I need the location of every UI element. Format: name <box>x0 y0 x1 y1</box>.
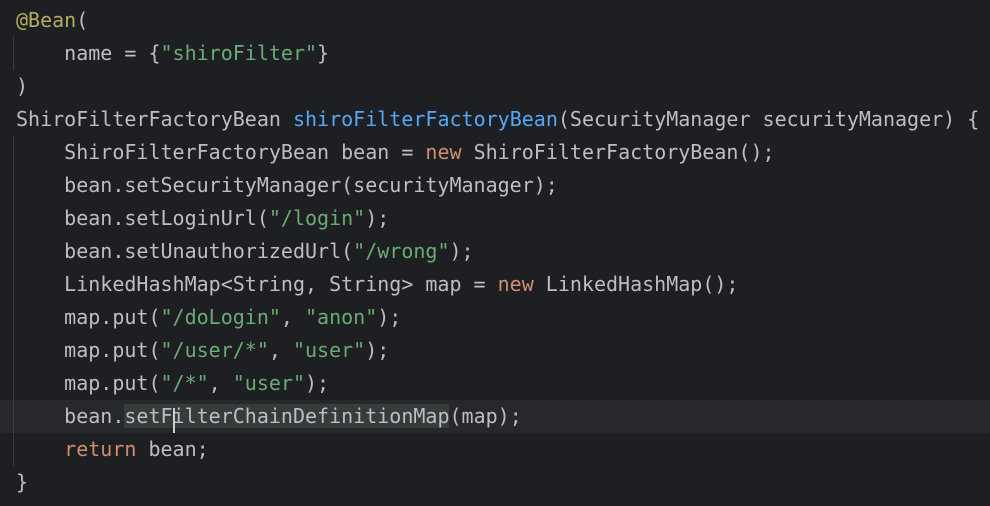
code-line-text: @Bean( <box>16 4 88 37</box>
code-line[interactable]: LinkedHashMap<String, String> map = new … <box>0 268 990 301</box>
token-plain: ShiroFilterFactoryBean(); <box>461 140 775 164</box>
code-line-text: } <box>16 466 28 499</box>
token-plain: , <box>268 338 293 362</box>
token-plain: } <box>317 41 330 65</box>
token-string: "/login" <box>268 206 366 230</box>
code-line-text: return bean; <box>16 433 209 466</box>
token-plain: ); <box>449 239 474 263</box>
indent-guide <box>13 136 14 466</box>
code-line-text: ShiroFilterFactoryBean bean = new ShiroF… <box>16 136 775 169</box>
token-string: "anon" <box>305 305 378 329</box>
code-line-text: ShiroFilterFactoryBean shiroFilterFactor… <box>16 103 979 136</box>
code-line[interactable]: bean.setSecurityManager(securityManager)… <box>0 169 990 202</box>
code-line[interactable]: ) <box>0 70 990 103</box>
token-plain: ); <box>365 338 390 362</box>
code-line[interactable]: name = {"shiroFilter"} <box>0 37 990 70</box>
token-plain: ( <box>76 8 89 32</box>
token-string: "/wrong" <box>353 239 450 263</box>
selected-text: setFilterChainDefinitionMap <box>124 404 450 433</box>
code-line[interactable]: ShiroFilterFactoryBean shiroFilterFactor… <box>0 103 990 136</box>
code-line-text: LinkedHashMap<String, String> map = new … <box>16 268 738 301</box>
code-line-text: bean.setFilterChainDefinitionMap (map); <box>16 400 522 433</box>
token-plain: (map); <box>449 404 522 428</box>
code-line-text: map.put("/doLogin", "anon"); <box>16 301 401 334</box>
token-string: "user" <box>232 371 306 395</box>
code-line[interactable]: map.put("/doLogin", "anon"); <box>0 301 990 334</box>
code-line-text: ) <box>16 70 28 103</box>
token-string: "/*" <box>160 371 209 395</box>
token-plain: ShiroFilterFactoryBean <box>16 107 293 131</box>
token-string: "/user/*" <box>160 338 269 362</box>
code-line[interactable]: bean.setUnauthorizedUrl("/wrong"); <box>0 235 990 268</box>
token-annotation: @Bean <box>16 8 77 32</box>
code-line[interactable]: bean.setLoginUrl("/login"); <box>0 202 990 235</box>
code-line[interactable]: return bean; <box>0 433 990 466</box>
text-caret <box>172 408 175 433</box>
code-line[interactable]: } <box>0 466 990 499</box>
code-line-text: bean.setLoginUrl("/login"); <box>16 202 389 235</box>
token-string: "/doLogin" <box>160 305 281 329</box>
code-line[interactable]: map.put("/user/*", "user"); <box>0 334 990 367</box>
code-line-text: name = {"shiroFilter"} <box>16 37 329 70</box>
token-plain: ); <box>305 371 330 395</box>
code-line[interactable]: map.put("/*", "user"); <box>0 367 990 400</box>
code-line-text: map.put("/user/*", "user"); <box>16 334 389 367</box>
indent-guide <box>13 37 14 70</box>
token-plain: LinkedHashMap<String, String> map = <box>16 272 498 296</box>
token-plain: LinkedHashMap(); <box>533 272 739 296</box>
code-line-text: bean.setUnauthorizedUrl("/wrong"); <box>16 235 474 268</box>
token-plain: name = { <box>16 41 161 65</box>
token-plain: bean. <box>16 404 125 428</box>
token-plain: map.put( <box>16 338 161 362</box>
token-keyword: new <box>425 140 462 164</box>
token-keyword: new <box>497 272 534 296</box>
token-plain: ShiroFilterFactoryBean bean = <box>16 140 426 164</box>
token-plain: bean; <box>136 437 209 461</box>
token-plain: (SecurityManager securityManager) { <box>557 107 980 131</box>
token-plain: , <box>208 371 233 395</box>
token-plain: bean.setUnauthorizedUrl( <box>16 239 354 263</box>
token-plain: , <box>280 305 306 329</box>
token-method-decl: shiroFilterFactoryBean <box>292 107 558 131</box>
token-plain: map.put( <box>16 305 161 329</box>
token-plain: } <box>16 470 29 494</box>
token-string: "shiroFilter" <box>160 41 318 65</box>
token-plain: ) <box>16 74 29 98</box>
code-line[interactable]: ShiroFilterFactoryBean bean = new ShiroF… <box>0 136 990 169</box>
code-line-text: map.put("/*", "user"); <box>16 367 329 400</box>
token-plain: map.put( <box>16 371 161 395</box>
token-plain: bean.setLoginUrl( <box>16 206 269 230</box>
token-plain: ); <box>377 305 402 329</box>
code-line-text: bean.setSecurityManager(securityManager)… <box>16 169 558 202</box>
token-string: "user" <box>292 338 366 362</box>
code-line[interactable]: @Bean( <box>0 4 990 37</box>
token-plain: ); <box>365 206 390 230</box>
token-keyword: return <box>64 437 137 461</box>
code-line[interactable]: bean.setFilterChainDefinitionMap (map); <box>0 400 990 433</box>
token-plain: bean.setSecurityManager(securityManager)… <box>16 173 558 197</box>
